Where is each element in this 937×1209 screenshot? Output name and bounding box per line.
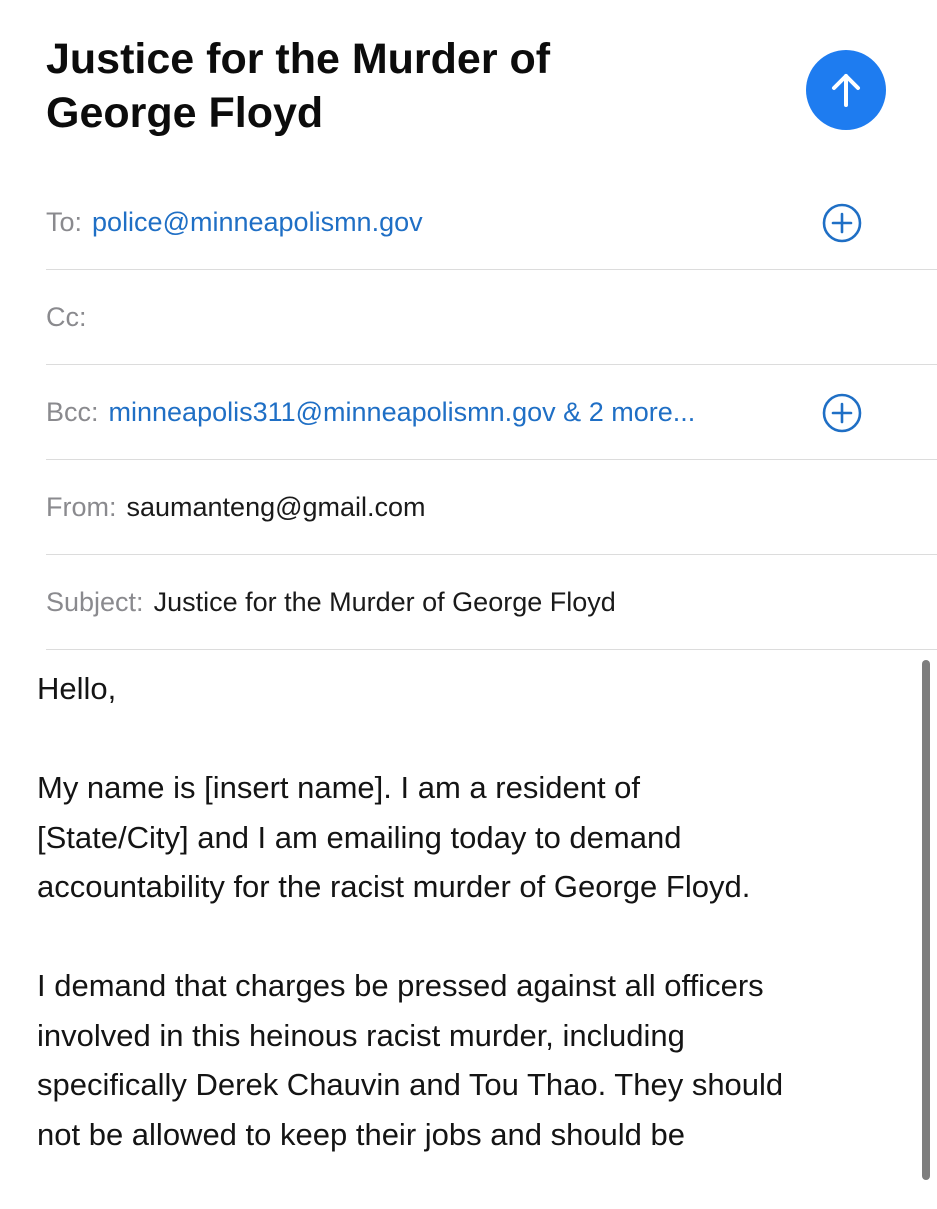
- to-field[interactable]: To: police@minneapolismn.gov: [46, 175, 937, 270]
- email-subject-title: Justice for the Murder of George Floyd: [46, 35, 551, 137]
- cc-label: Cc:: [46, 301, 87, 332]
- cc-field[interactable]: Cc:: [46, 270, 937, 365]
- add-bcc-contact-button[interactable]: [822, 393, 862, 433]
- from-field[interactable]: From: saumanteng@gmail.com: [46, 460, 937, 555]
- subject-field[interactable]: Subject: Justice for the Murder of Georg…: [46, 555, 937, 650]
- from-sender[interactable]: saumanteng@gmail.com: [127, 492, 426, 523]
- bcc-label: Bcc:: [46, 396, 99, 427]
- subject-label: Subject:: [46, 586, 144, 617]
- send-button[interactable]: [806, 50, 886, 130]
- body-paragraph: I demand that charges be pressed against…: [37, 968, 784, 1152]
- to-label: To:: [46, 206, 83, 237]
- bcc-recipients[interactable]: minneapolis311@minneapolismn.gov & 2 mor…: [109, 397, 696, 428]
- message-body[interactable]: Hello, My name is [insert name]. I am a …: [37, 664, 897, 1209]
- plus-circle-icon: [822, 393, 862, 433]
- add-to-contact-button[interactable]: [822, 203, 862, 243]
- body-paragraph: Hello,: [37, 671, 117, 706]
- body-scrollbar[interactable]: [922, 660, 930, 1180]
- body-paragraph: My name is [insert name]. I am a residen…: [37, 770, 751, 904]
- bcc-field[interactable]: Bcc: minneapolis311@minneapolismn.gov & …: [46, 365, 937, 460]
- subject-input[interactable]: Justice for the Murder of George Floyd: [154, 587, 616, 618]
- from-label: From:: [46, 491, 117, 522]
- plus-circle-icon: [822, 203, 862, 243]
- to-recipient[interactable]: police@minneapolismn.gov: [92, 207, 423, 238]
- arrow-up-icon: [832, 74, 860, 107]
